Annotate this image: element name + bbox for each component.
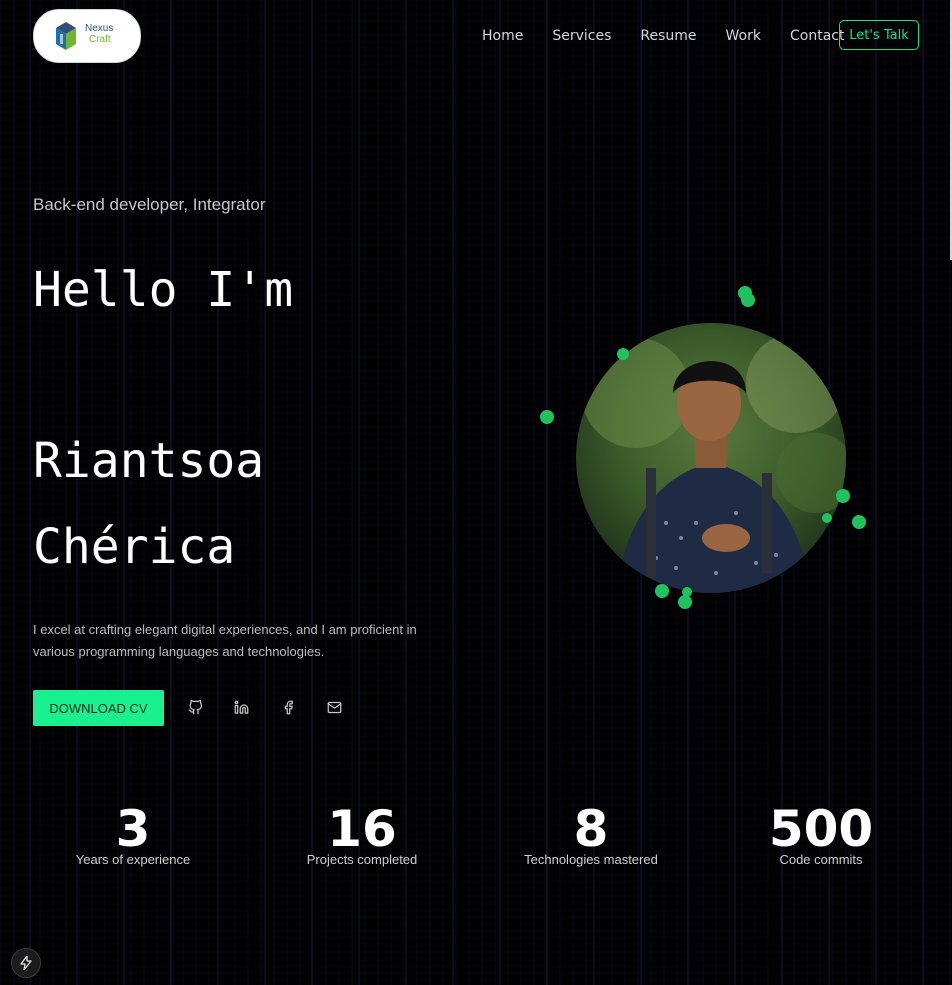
logo[interactable]: Nexus Craft (33, 9, 141, 63)
lets-talk-button[interactable]: Let's Talk (839, 20, 919, 50)
nav-home[interactable]: Home (482, 28, 523, 44)
logo-text-line2: Craft (89, 34, 111, 45)
portrait-illustration (581, 333, 846, 593)
linkedin-icon (234, 700, 248, 714)
nav-services[interactable]: Services (552, 28, 611, 44)
site-header: Nexus Craft Home Services Resume Work Co… (33, 9, 921, 63)
profile-photo-frame (540, 286, 866, 609)
stat-value: 3 (115, 800, 151, 858)
logo-mark-icon (56, 22, 76, 50)
profile-photo (576, 323, 846, 593)
github-link[interactable] (183, 696, 207, 718)
hero-intro: I excel at crafting elegant digital expe… (33, 622, 417, 659)
facebook-icon (284, 700, 293, 714)
mail-icon (327, 701, 341, 713)
stat-value: 8 (573, 800, 609, 858)
stat-value: 500 (768, 800, 874, 858)
download-cv-button[interactable]: DOWNLOAD CV (33, 690, 164, 726)
orbit-dot (741, 293, 755, 307)
stat-value: 16 (327, 800, 397, 858)
orbit-dot (540, 410, 554, 424)
stat-label: Years of experience (75, 852, 191, 867)
stat-label: Projects completed (306, 852, 418, 867)
orbit-dot (682, 587, 692, 597)
lightning-icon (20, 956, 32, 970)
stat-commits: 500 Code commits (751, 800, 891, 867)
nav-work[interactable]: Work (726, 28, 761, 44)
facebook-link[interactable] (276, 696, 300, 718)
orbit-dot (852, 515, 866, 529)
nav-contact[interactable]: Contact (790, 28, 844, 44)
logo-text: Nexus Craft (85, 23, 113, 45)
nav-resume[interactable]: Resume (640, 28, 696, 44)
hero-greeting: Hello I'm (33, 262, 294, 318)
stat-label: Technologies mastered (524, 852, 658, 867)
stat-technologies: 8 Technologies mastered (511, 800, 671, 867)
dev-tools-badge[interactable] (11, 948, 41, 978)
orbit-dot (836, 489, 850, 503)
orbit-dot (617, 348, 629, 360)
logo-text-line1: Nexus (85, 23, 114, 34)
hero-role: Back-end developer, Integrator (33, 195, 266, 214)
mail-link[interactable] (322, 696, 346, 718)
stat-projects: 16 Projects completed (292, 800, 432, 867)
orbit-dot (655, 584, 669, 598)
hero-last-name: Chérica (33, 519, 236, 575)
github-icon (188, 699, 202, 714)
orbit-dot (822, 513, 832, 523)
linkedin-link[interactable] (229, 696, 253, 718)
main-nav: Home Services Resume Work Contact (482, 28, 844, 44)
hero-first-name: Riantsoa (33, 433, 265, 489)
stat-years: 3 Years of experience (63, 800, 203, 867)
orbit-dot (678, 595, 692, 609)
